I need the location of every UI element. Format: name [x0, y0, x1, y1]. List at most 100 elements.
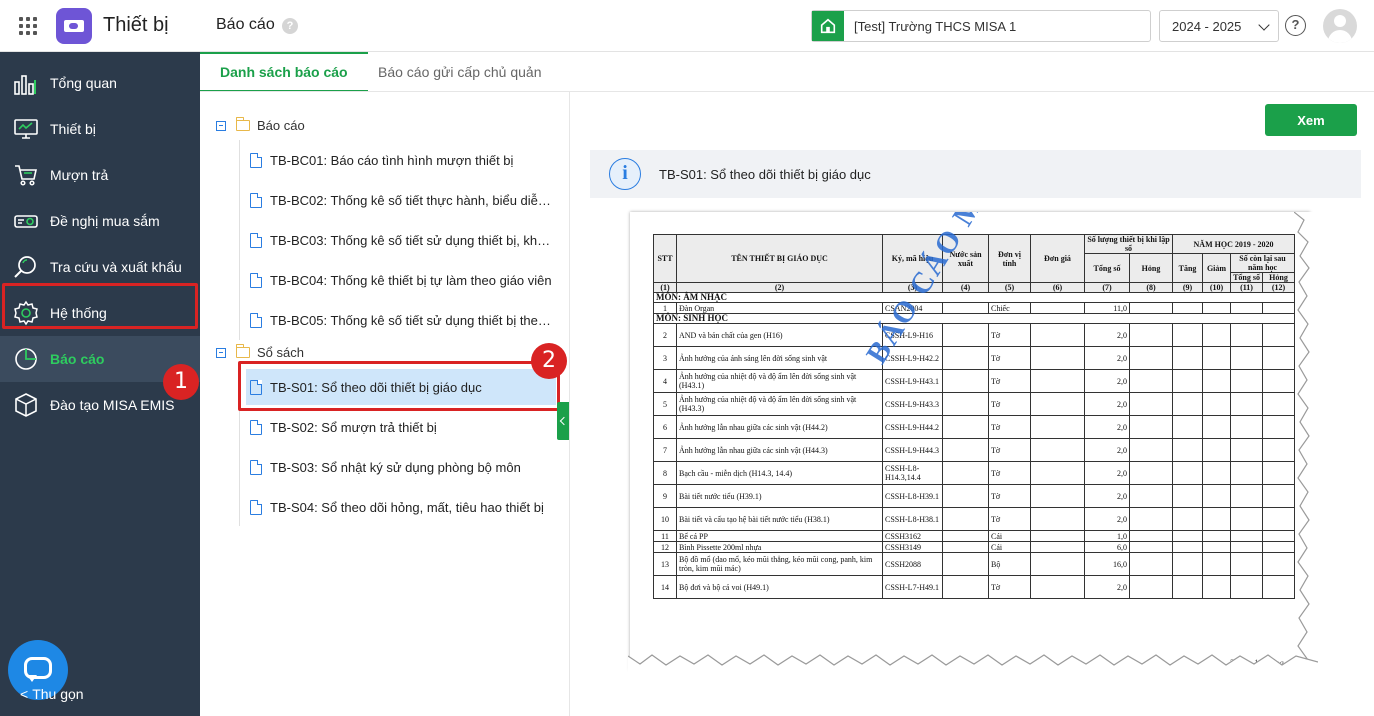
folder-icon — [236, 344, 250, 358]
cell-qty: 1,0 — [1084, 530, 1130, 542]
cell-empty — [1262, 507, 1296, 531]
app-logo-icon — [56, 8, 92, 44]
cell-empty — [1030, 392, 1085, 416]
collapse-node-icon[interactable] — [216, 347, 226, 358]
collapse-panel-handle[interactable] — [557, 402, 569, 440]
cell-code: CSSH-L8-H38.1 — [882, 507, 943, 531]
cell-empty — [1202, 507, 1232, 531]
cell-empty — [1202, 369, 1232, 393]
cell-code: CSSH-L8-H14.3,14.4 — [882, 461, 943, 485]
cell-code: CSSH3162 — [882, 530, 943, 542]
table-row: 6 Ảnh hưởng lẫn nhau giữa các sinh vật (H… — [653, 415, 1296, 439]
cell-unit: Tờ — [988, 323, 1031, 347]
cube-icon — [13, 392, 39, 418]
table-row: 4 Ảnh hưởng của nhiệt độ và độ ẩm lên đời… — [653, 369, 1296, 393]
table-row: 12 Bình Pissette 200ml nhựa CSSH3149 Cái 6,0 — [653, 541, 1296, 553]
cell-empty — [1262, 541, 1296, 553]
cart-icon — [13, 162, 39, 188]
table-row: 8 Bạch cầu - miễn dịch (H14.3, 14.4) CSSH-… — [653, 461, 1296, 485]
cell-unit: Bộ — [988, 552, 1031, 576]
column-index-cell: (6) — [1030, 282, 1085, 293]
cell-qty: 16,0 — [1084, 552, 1130, 576]
section-title: MÔN: ÂM NHẠC — [652, 292, 1296, 303]
collapse-sidebar-button[interactable]: < Thu gọn — [20, 686, 84, 702]
bar-chart-icon — [13, 70, 39, 96]
tree-item-tb-bc03[interactable]: TB-BC03: Thống kê số tiết sử dụng thiết … — [246, 222, 556, 258]
cell-empty — [1230, 461, 1264, 485]
sidebar-item-equipment[interactable]: Thiết bị — [0, 106, 200, 152]
cell-empty — [1202, 461, 1232, 485]
cell-name: Bộ đơi và bộ cá voi (H49.1) — [676, 575, 883, 599]
school-year-value: 2024 - 2025 — [1172, 18, 1242, 34]
cell-empty — [942, 484, 989, 508]
column-index-cell: (5) — [988, 282, 1031, 293]
cell-empty — [1172, 552, 1204, 576]
cell-empty — [1128, 369, 1174, 393]
torn-edge-bottom — [628, 654, 1318, 674]
cell-unit: Tờ — [988, 346, 1031, 370]
tree-item-tb-bc02[interactable]: TB-BC02: Thống kê số tiết thực hành, biể… — [246, 182, 556, 218]
tree-item-tb-bc04[interactable]: TB-BC04: Thống kê thiết bị tự làm theo g… — [246, 262, 556, 298]
table-row: 13 Bộ đồ mổ (dao mổ, kéo mũi thẳng, kéo m… — [653, 552, 1296, 576]
table-row: 14 Bộ đơi và bộ cá voi (H49.1) CSSH-L7-H49… — [653, 575, 1296, 599]
tree-item-tb-bc01[interactable]: TB-BC01: Báo cáo tình hình mượn thiết bị — [246, 142, 556, 178]
cell-name: Bài tiết và cấu tạo hệ bài tiết nước tiể… — [676, 507, 883, 531]
tree-item-tb-bc05[interactable]: TB-BC05: Thống kê số tiết sử dụng thiết … — [246, 302, 556, 338]
app-launcher-icon[interactable] — [19, 17, 37, 35]
page-help-icon[interactable]: ? — [282, 18, 298, 34]
cell-empty — [1030, 461, 1085, 485]
avatar[interactable] — [1323, 9, 1357, 43]
cell-empty — [1230, 530, 1264, 542]
collapse-node-icon[interactable] — [216, 120, 226, 131]
report-info-title: TB-S01: Sổ theo dõi thiết bị giáo dục — [659, 166, 871, 182]
tree-folder-books[interactable]: Sổ sách — [216, 344, 304, 360]
info-icon: i — [609, 158, 641, 190]
cell-name: Bình Pissette 200ml nhựa — [676, 541, 883, 553]
col-qty: Số lượng thiết bị khi lập sổ — [1083, 234, 1174, 254]
school-selector[interactable]: [Test] Trường THCS MISA 1 — [811, 10, 1151, 42]
table-row: 3 Ảnh hưởng của ánh sáng lên đời sống sin… — [653, 346, 1296, 370]
view-button[interactable]: Xem — [1265, 104, 1357, 136]
cell-qty: 2,0 — [1084, 346, 1130, 370]
cell-empty — [1230, 369, 1264, 393]
school-name: [Test] Trường THCS MISA 1 — [854, 18, 1017, 34]
tree-item-label: TB-BC05: Thống kê số tiết sử dụng thiết … — [270, 312, 556, 328]
sidebar-item-label: Thiết bị — [50, 121, 96, 137]
cell-qty: 2,0 — [1084, 507, 1130, 531]
cell-empty — [1172, 461, 1204, 485]
cell-empty — [1172, 392, 1204, 416]
cell-empty — [1262, 323, 1296, 347]
sidebar-item-overview[interactable]: Tổng quan — [0, 60, 200, 106]
cell-unit: Tờ — [988, 461, 1031, 485]
tab-report-list[interactable]: Danh sách báo cáo — [200, 52, 368, 92]
monitor-icon — [13, 116, 39, 142]
col-decrease: Giảm — [1202, 253, 1232, 283]
cell-unit: Chiếc — [988, 302, 1031, 314]
column-index-cell: (1) — [653, 282, 677, 293]
school-year-select[interactable]: 2024 - 2025 — [1159, 10, 1279, 42]
tree-folder-reports[interactable]: Báo cáo — [216, 117, 305, 133]
pie-chart-icon — [13, 346, 39, 372]
cell-stt: 6 — [653, 415, 677, 439]
tree-item-tb-s04[interactable]: TB-S04: Sổ theo dõi hỏng, mất, tiêu hao … — [246, 489, 556, 525]
cell-qty: 2,0 — [1084, 323, 1130, 347]
cell-name: Bể cá PP — [676, 530, 883, 542]
cell-empty — [1230, 415, 1264, 439]
cell-unit: Tờ — [988, 507, 1031, 531]
cell-empty — [942, 575, 989, 599]
section-title: MÔN: SINH HỌC — [652, 313, 1296, 324]
tree-item-tb-s02[interactable]: TB-S02: Sổ mượn trả thiết bị — [246, 409, 556, 445]
column-index-cell: (2) — [676, 282, 883, 293]
tab-report-to-authority[interactable]: Báo cáo gửi cấp chủ quản — [358, 52, 562, 92]
annotation-badge-1: 1 — [163, 364, 199, 400]
help-icon[interactable]: ? — [1285, 15, 1306, 36]
report-table: STT TÊN THIẾT BỊ GIÁO DỤC Ký, mã hiệu Nư… — [652, 234, 1296, 599]
sidebar-item-purchase[interactable]: Đề nghị mua sắm — [0, 198, 200, 244]
projector-icon — [13, 208, 39, 234]
cell-empty — [1172, 575, 1204, 599]
table-row: 1 Đàn Organ CSAN2004 Chiếc 11,0 — [653, 302, 1296, 314]
sidebar-item-label: Báo cáo — [50, 351, 105, 367]
tree-item-tb-s03[interactable]: TB-S03: Sổ nhật ký sử dụng phòng bộ môn — [246, 449, 556, 485]
cell-empty — [1230, 552, 1264, 576]
sidebar-item-borrow[interactable]: Mượn trả — [0, 152, 200, 198]
